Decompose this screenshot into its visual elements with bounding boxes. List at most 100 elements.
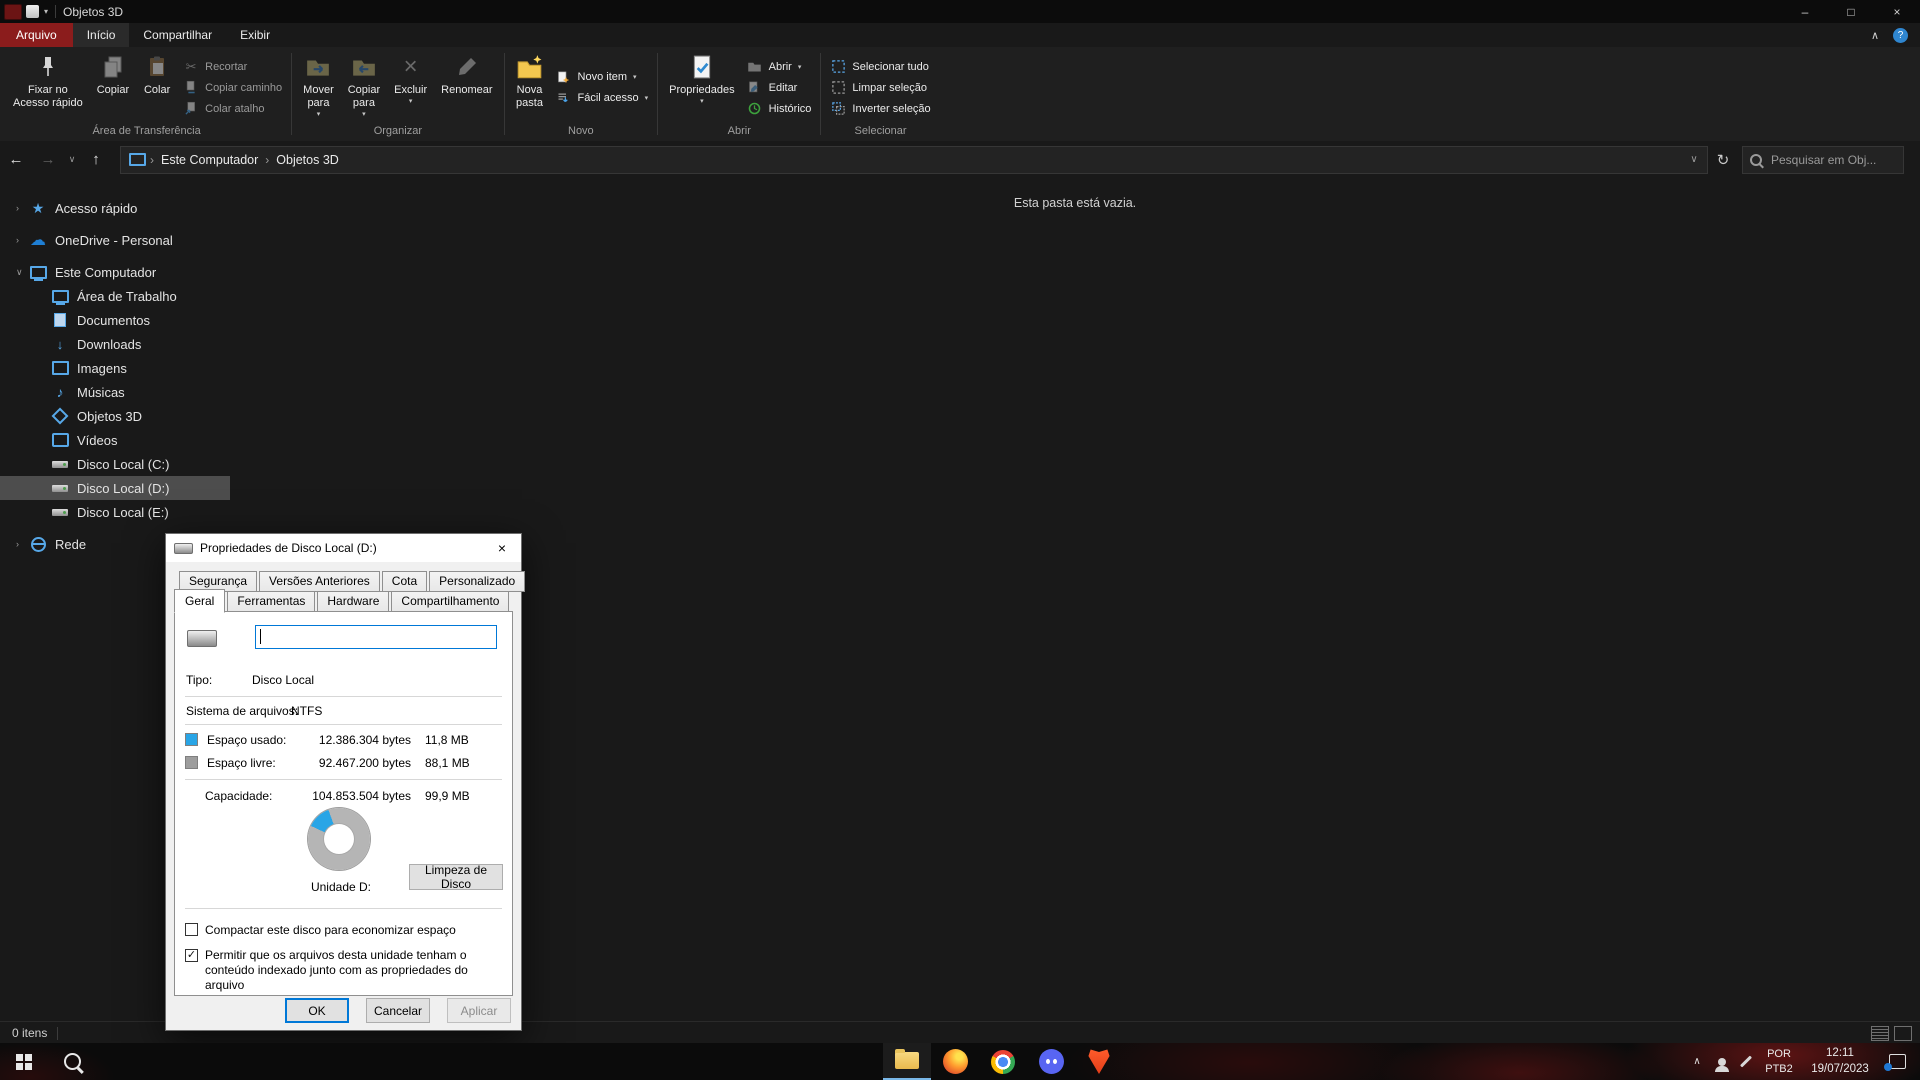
chevron-right-icon[interactable]: › (16, 539, 28, 549)
sidebar-item-este-computador[interactable]: ∨ Este Computador (0, 260, 230, 284)
taskbar-firefox-button[interactable] (931, 1043, 979, 1080)
details-view-button[interactable] (1871, 1025, 1889, 1041)
back-button[interactable]: ← (0, 151, 32, 168)
open-button[interactable]: Abrir ▾ (747, 59, 812, 75)
hidden-icons-chevron-icon[interactable]: ∧ (1684, 1056, 1710, 1067)
sidebar-item-onedrive[interactable]: › ☁ OneDrive - Personal (0, 228, 230, 252)
search-input[interactable] (1769, 151, 1896, 168)
sidebar-item-acesso-rapido[interactable]: › ★ Acesso rápido (0, 196, 230, 220)
taskbar-search-button[interactable] (48, 1043, 96, 1080)
sidebar-item-documentos[interactable]: Documentos (0, 308, 230, 332)
index-checkbox[interactable]: ✓ (185, 949, 198, 962)
start-button[interactable] (0, 1043, 48, 1080)
taskbar-discord-button[interactable] (1027, 1043, 1075, 1080)
3d-objects-icon (50, 407, 70, 425)
sidebar-item-objetos-3d[interactable]: Objetos 3D (0, 404, 230, 428)
forward-button[interactable]: → (32, 151, 64, 168)
history-button[interactable]: Histórico (747, 101, 812, 117)
address-dropdown-icon[interactable]: ∨ (1681, 154, 1707, 165)
select-all-button[interactable]: Selecionar tudo (830, 59, 930, 75)
tab-compartilhar[interactable]: Compartilhar (129, 23, 226, 47)
cut-button[interactable]: ✂ Recortar (183, 59, 282, 75)
thumbnails-view-button[interactable] (1894, 1025, 1912, 1041)
ok-button[interactable]: OK (285, 998, 349, 1023)
rename-button[interactable]: Renomear (435, 51, 498, 124)
tab-geral[interactable]: Geral (174, 589, 226, 613)
taskbar-file-explorer-button[interactable] (883, 1043, 931, 1080)
history-label: Histórico (768, 102, 812, 115)
close-button[interactable]: × (1874, 0, 1920, 23)
sidebar-item-disco-e[interactable]: Disco Local (E:) (0, 500, 230, 524)
edit-button[interactable]: Editar (747, 80, 812, 96)
quick-access-customize-chevron-icon[interactable]: ▾ (44, 7, 48, 16)
new-folder-button[interactable]: Nova pasta (510, 51, 550, 124)
collapse-ribbon-icon[interactable]: ∧ (1871, 29, 1879, 42)
taskbar-chrome-button[interactable] (979, 1043, 1027, 1080)
dialog-close-icon[interactable]: × (485, 534, 519, 562)
search-box[interactable] (1742, 145, 1904, 174)
new-item-button[interactable]: Novo item ▾ (556, 69, 649, 85)
chevron-down-icon[interactable]: ∨ (16, 267, 28, 278)
tab-arquivo[interactable]: Arquivo (0, 23, 73, 47)
chevron-right-icon[interactable]: › (16, 203, 28, 213)
tab-versoes-anteriores[interactable]: Versões Anteriores (259, 571, 380, 592)
disk-cleanup-button[interactable]: Limpeza de Disco (409, 863, 503, 891)
tab-exibir[interactable]: Exibir (226, 23, 284, 47)
sidebar-item-videos[interactable]: Vídeos (0, 428, 230, 452)
tab-personalizado[interactable]: Personalizado (429, 571, 526, 592)
recent-locations-chevron-icon[interactable]: ∨ (64, 154, 80, 165)
copy-to-button[interactable]: Copiar para ▾ (342, 51, 386, 124)
easy-access-button[interactable]: Fácil acesso ▾ (556, 90, 648, 106)
tab-compartilhamento[interactable]: Compartilhamento (391, 591, 510, 612)
paste-button[interactable]: Colar (137, 51, 177, 124)
compress-checkbox[interactable] (185, 923, 198, 936)
drive-name-input[interactable] (255, 625, 497, 649)
breadcrumb-este-computador[interactable]: Este Computador (154, 153, 265, 167)
maximize-button[interactable]: □ (1828, 0, 1874, 23)
sidebar-item-label: Disco Local (D:) (77, 480, 170, 496)
index-checkbox-label[interactable]: Permitir que os arquivos desta unidade t… (205, 948, 501, 993)
refresh-icon[interactable]: ↻ (1708, 151, 1738, 169)
sidebar-item-downloads[interactable]: ↓ Downloads (0, 332, 230, 356)
easy-access-icon (556, 90, 572, 106)
compress-checkbox-label[interactable]: Compactar este disco para economizar esp… (205, 923, 505, 938)
cancel-button[interactable]: Cancelar (366, 998, 430, 1023)
dropdown-arrow-icon: ▾ (797, 63, 802, 71)
tab-ferramentas[interactable]: Ferramentas (227, 591, 316, 612)
tab-hardware[interactable]: Hardware (317, 591, 390, 612)
sidebar-item-area-de-trabalho[interactable]: Área de Trabalho (0, 284, 230, 308)
action-center-button[interactable] (1880, 1054, 1914, 1071)
invert-selection-button[interactable]: Inverter seleção (830, 101, 931, 117)
pin-to-quick-access-button[interactable]: Fixar no Acesso rápido (7, 51, 89, 124)
pen-tray-icon[interactable] (1734, 1055, 1758, 1068)
user-tray-icon[interactable] (1710, 1057, 1734, 1072)
chevron-right-icon[interactable]: › (16, 235, 28, 245)
rename-label: Renomear (441, 84, 493, 96)
properties-button[interactable]: Propriedades ▾ (663, 51, 740, 124)
copy-path-button[interactable]: Copiar caminho (183, 80, 282, 96)
taskbar-brave-button[interactable] (1075, 1043, 1123, 1080)
language-indicator[interactable]: POR PTB2 (1758, 1047, 1800, 1076)
paste-shortcut-button[interactable]: Colar atalho (183, 101, 282, 117)
minimize-button[interactable]: – (1782, 0, 1828, 23)
select-none-button[interactable]: Limpar seleção (830, 80, 930, 96)
move-to-button[interactable]: Mover para ▾ (297, 51, 340, 124)
copy-button[interactable]: Copiar (91, 51, 135, 124)
help-icon[interactable]: ? (1893, 27, 1908, 43)
apply-button[interactable]: Aplicar (447, 998, 511, 1023)
delete-button[interactable]: × Excluir ▾ (388, 51, 433, 124)
clock[interactable]: 12:11 19/07/2023 (1800, 1046, 1880, 1077)
sidebar-item-disco-c[interactable]: Disco Local (C:) (0, 452, 230, 476)
tab-inicio[interactable]: Início (72, 23, 130, 47)
sidebar-item-disco-d[interactable]: Disco Local (D:) (0, 476, 230, 500)
new-folder-icon (516, 53, 544, 81)
sidebar-item-imagens[interactable]: Imagens (0, 356, 230, 380)
breadcrumb-objetos-3d[interactable]: Objetos 3D (269, 153, 346, 167)
sidebar-item-musicas[interactable]: ♪ Músicas (0, 380, 230, 404)
tab-cota[interactable]: Cota (381, 571, 428, 592)
dropdown-arrow-icon: ▾ (633, 74, 637, 81)
sidebar-item-label: OneDrive - Personal (55, 232, 173, 248)
address-breadcrumb-box[interactable]: › Este Computador › Objetos 3D ∨ (120, 145, 1708, 174)
quick-access-toolbar-icon[interactable] (26, 5, 39, 18)
up-button[interactable]: ↑ (80, 151, 112, 168)
